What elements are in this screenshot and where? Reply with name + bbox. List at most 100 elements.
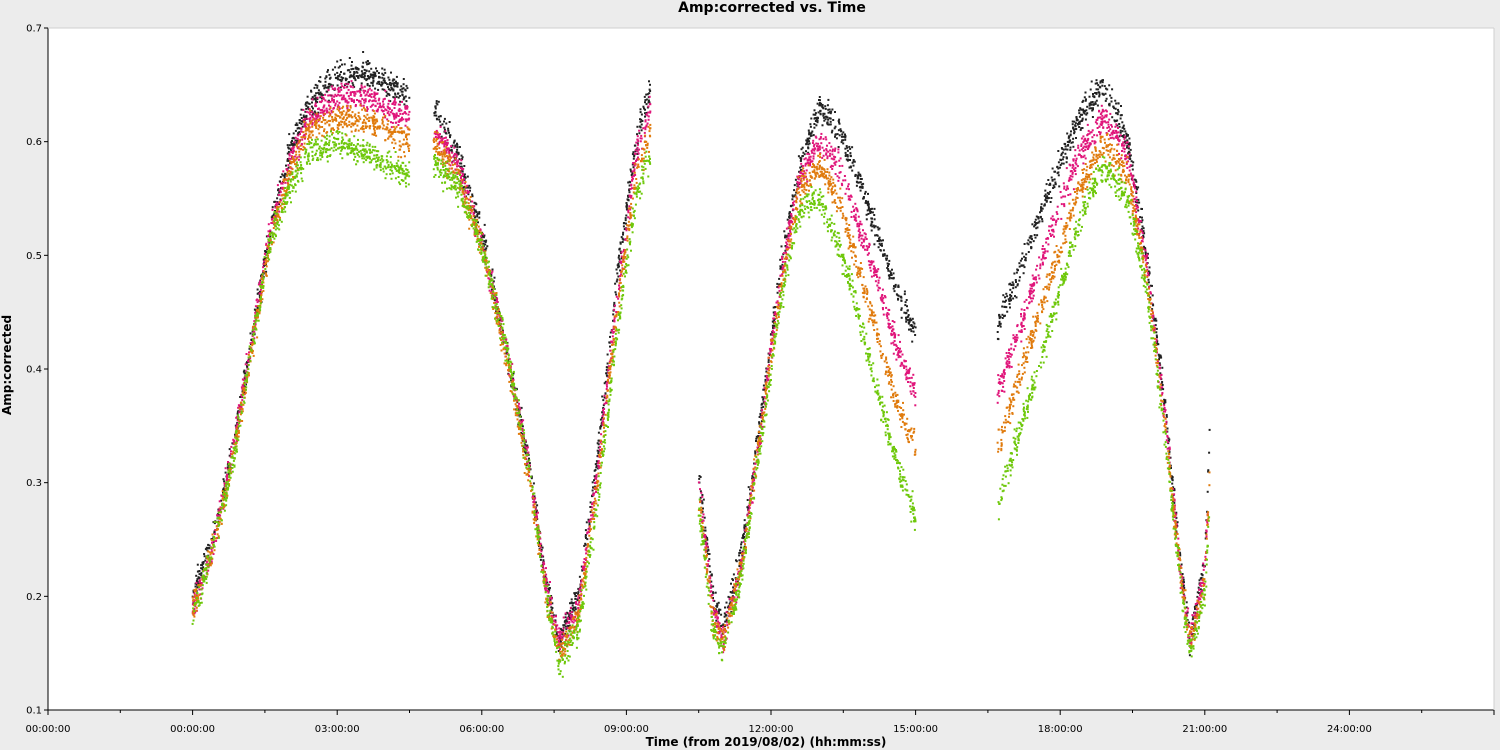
x-tick-label: 06:00:00	[459, 724, 504, 735]
data-point	[363, 91, 366, 94]
data-point	[824, 105, 827, 108]
data-point	[284, 172, 287, 175]
data-point	[1072, 137, 1075, 140]
data-point	[812, 113, 815, 116]
data-point	[1110, 100, 1113, 103]
data-point	[628, 194, 631, 197]
data-point	[1018, 276, 1021, 279]
data-point	[328, 104, 330, 107]
data-point	[893, 332, 896, 335]
data-point	[812, 145, 815, 148]
data-point	[1188, 654, 1191, 657]
data-point	[887, 265, 889, 267]
data-point	[396, 85, 399, 88]
data-point	[566, 626, 569, 629]
data-point	[1124, 130, 1127, 133]
data-point	[448, 121, 451, 123]
data-point	[1135, 196, 1138, 199]
data-point	[858, 239, 861, 242]
data-point	[434, 107, 437, 110]
data-point	[1047, 197, 1050, 199]
data-point	[1115, 112, 1118, 115]
data-point	[809, 162, 811, 165]
data-point	[893, 290, 896, 293]
data-point	[1156, 336, 1158, 339]
data-point	[343, 72, 346, 75]
amp-vs-time-chart: Amp:corrected vs. Time Time (from 2019/0…	[0, 0, 1500, 750]
data-point	[898, 351, 901, 354]
data-point	[1064, 148, 1067, 151]
data-point	[809, 125, 812, 128]
data-point	[1049, 190, 1052, 193]
x-tick-label: 03:00:00	[315, 724, 360, 735]
data-point	[714, 591, 717, 594]
data-point	[405, 105, 408, 107]
data-point	[732, 573, 735, 576]
data-point	[441, 123, 444, 126]
data-point	[386, 112, 389, 115]
data-point	[1117, 102, 1120, 105]
data-point	[630, 183, 633, 186]
data-point	[405, 107, 408, 110]
data-point	[563, 624, 566, 627]
data-point	[1005, 306, 1008, 309]
data-point	[353, 71, 356, 73]
data-point	[278, 210, 281, 213]
data-point	[837, 146, 840, 148]
data-point	[1004, 300, 1006, 303]
data-point	[1009, 306, 1011, 309]
data-point	[619, 242, 622, 245]
data-point	[862, 238, 865, 241]
data-point	[384, 71, 387, 74]
data-point	[376, 92, 379, 95]
data-point	[277, 194, 280, 196]
data-point	[570, 598, 573, 601]
data-point	[783, 230, 786, 233]
data-point	[331, 87, 334, 90]
data-point	[1106, 88, 1109, 91]
data-point	[1066, 148, 1069, 151]
data-point	[393, 107, 396, 109]
data-point	[1010, 295, 1013, 297]
data-point	[318, 93, 321, 96]
data-point	[897, 334, 900, 337]
data-point	[893, 343, 896, 346]
data-point	[391, 109, 393, 112]
data-point	[380, 84, 383, 86]
data-point	[841, 164, 844, 167]
data-point	[1031, 223, 1034, 226]
data-point	[869, 212, 872, 214]
data-point	[540, 550, 543, 553]
data-point	[306, 117, 309, 120]
data-point	[808, 137, 811, 140]
data-point	[195, 580, 198, 582]
data-point	[809, 123, 812, 126]
data-point	[879, 249, 882, 252]
data-point	[1141, 216, 1143, 219]
data-point	[818, 96, 821, 98]
data-point	[443, 140, 446, 143]
data-point	[1096, 104, 1099, 107]
data-point	[813, 109, 816, 112]
data-point	[877, 279, 880, 282]
data-point	[825, 115, 828, 118]
data-point	[256, 288, 259, 291]
data-point	[631, 176, 634, 178]
data-point	[739, 549, 741, 552]
data-point	[643, 131, 646, 134]
data-point	[323, 104, 326, 107]
data-point	[398, 110, 401, 113]
data-point	[536, 504, 539, 507]
data-point	[476, 213, 479, 216]
data-point	[463, 173, 466, 176]
data-point	[850, 216, 853, 218]
data-point	[712, 599, 715, 602]
data-point	[713, 611, 716, 614]
data-point	[254, 305, 257, 308]
data-point	[539, 542, 542, 545]
data-point	[347, 88, 350, 91]
data-point	[403, 103, 406, 106]
data-point	[323, 110, 325, 113]
data-point	[348, 76, 351, 79]
data-point	[804, 164, 807, 167]
